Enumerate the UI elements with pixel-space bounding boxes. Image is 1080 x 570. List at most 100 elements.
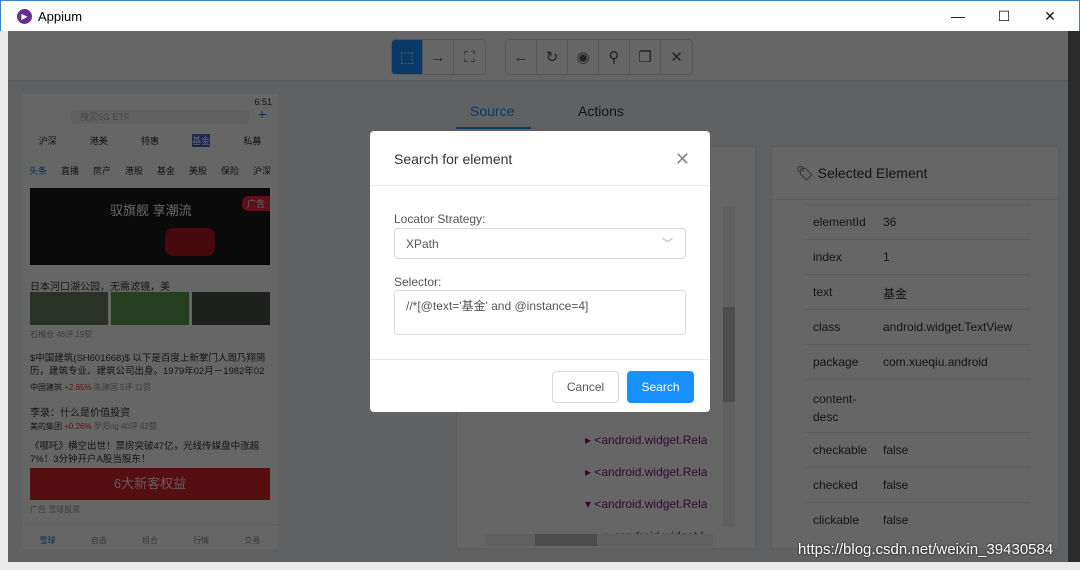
close-window-button[interactable]: ✕ — [1027, 5, 1073, 27]
attribute-name: content-desc — [813, 392, 857, 424]
attribute-name: clickable — [813, 513, 860, 527]
appium-logo-icon: ▶ — [17, 9, 32, 24]
attribute-value: false — [883, 443, 909, 457]
copy-icon[interactable]: ❐ — [630, 40, 661, 74]
bottom-nav-item[interactable]: 组合 — [142, 535, 158, 546]
minimize-button[interactable]: — — [935, 5, 981, 27]
stock-tag[interactable]: 美的集团 — [30, 422, 62, 431]
attribute-row: index 1 — [805, 239, 1030, 274]
modal-title: Search for element — [370, 131, 710, 186]
attribute-value: false — [883, 513, 909, 527]
mode-group: ⬚ → ⛶ — [391, 39, 486, 75]
watermark: https://blog.csdn.net/weixin_39430584 — [798, 541, 1054, 558]
select-elements-icon[interactable]: ⬚ — [392, 40, 423, 74]
selector-label: Selector: — [394, 275, 442, 289]
horizontal-scrollbar[interactable] — [485, 534, 713, 546]
attribute-value: 1 — [883, 250, 890, 264]
shortcut[interactable]: 沪深 — [39, 134, 57, 147]
quit-icon[interactable]: ✕ — [661, 40, 692, 74]
news-tab[interactable]: 沪深 — [253, 164, 271, 177]
attribute-name: checked — [813, 478, 858, 492]
news-tab[interactable]: 美股 — [189, 164, 207, 177]
bottom-nav-item[interactable]: 雪球 — [40, 535, 56, 546]
attribute-name: text — [813, 285, 833, 299]
feed-title[interactable]: $中国建筑(SH601668)$ 以下是百度上新掌门人周乃翔简历，建筑专业、建筑… — [30, 352, 270, 378]
feed-meta: 广告 雪球股票 — [30, 505, 81, 514]
attribute-name: package — [813, 355, 859, 369]
cancel-button[interactable]: Cancel — [552, 371, 619, 403]
title-bar: ▶ Appium — ☐ ✕ — [0, 0, 1080, 31]
shortcut[interactable]: 私募 — [243, 134, 261, 147]
attribute-row: checkable false — [805, 432, 1030, 467]
attribute-value: 36 — [883, 215, 897, 229]
search-icon[interactable]: ⚲ — [599, 40, 630, 74]
inspector-tabs: Source Actions — [456, 95, 756, 129]
bottom-nav-item[interactable]: 自选 — [91, 535, 107, 546]
eye-icon[interactable]: ◉ — [568, 40, 599, 74]
attribute-name: class — [813, 320, 841, 334]
feed-title[interactable]: 日本河口湖公园，无需滤镜，美 — [30, 278, 170, 293]
maximize-button[interactable]: ☐ — [981, 5, 1027, 27]
attribute-value: 基金 — [883, 287, 908, 301]
tree-node[interactable]: ▸ <android.widget.Rela — [585, 433, 707, 447]
feed-images — [30, 292, 270, 325]
phone-search[interactable]: 搜贝5G ETF — [70, 110, 250, 124]
close-icon[interactable]: ✕ — [675, 149, 690, 170]
feed-meta: 陈建国 5评 11赞 — [93, 383, 152, 392]
selected-element-panel: 🏷︎ Selected Element elementId 36 index 1 tex… — [771, 146, 1059, 549]
vertical-scrollbar[interactable] — [723, 207, 735, 527]
action-group: ← ↻ ◉ ⚲ ❐ ✕ — [505, 39, 693, 75]
feed-meta: 石榴仓 46评 19赞 — [30, 330, 93, 339]
attribute-name: index — [813, 250, 842, 264]
shortcut[interactable]: 特惠 — [141, 134, 159, 147]
refresh-icon[interactable]: ↻ — [537, 40, 568, 74]
attribute-row: content-desc — [805, 379, 1030, 432]
news-tab[interactable]: 直播 — [61, 164, 79, 177]
locator-strategy-select[interactable]: XPath ﹀ — [394, 228, 686, 259]
attribute-name: checkable — [813, 443, 868, 457]
attribute-row: class android.widget.TextView — [805, 309, 1030, 344]
back-icon[interactable]: ← — [506, 40, 537, 74]
shortcut[interactable]: 基金 — [192, 134, 211, 147]
news-tab[interactable]: 房产 — [93, 164, 111, 177]
promo-banner[interactable]: 6大新客权益 — [30, 468, 270, 500]
ad-banner[interactable]: 驭旗舰 享潮流 广告 — [30, 188, 270, 265]
feed-title[interactable]: 《哪吒》横空出世！票房突破47亿，光线传媒盘中涨超7%！3分钟开户A股当股东！ — [30, 440, 270, 466]
plus-icon[interactable]: + — [258, 106, 266, 122]
tab-source[interactable]: Source — [470, 103, 514, 119]
search-button[interactable]: Search — [627, 371, 694, 403]
swipe-icon[interactable]: → — [423, 40, 454, 74]
feed-title[interactable]: 李录：什么是价值投资 — [30, 404, 130, 419]
selector-input[interactable]: //*[@text='基金' and @instance=4] — [394, 290, 686, 335]
news-tab[interactable]: 港股 — [125, 164, 143, 177]
background-window — [1068, 31, 1080, 562]
device-screenshot[interactable]: 6:51 搜贝5G ETF + 沪深 港美 特惠 基金 私募 头条 直播 房产 港股 基金 美股保… — [22, 94, 278, 549]
tap-coordinates-icon[interactable]: ⛶ — [454, 40, 485, 74]
attribute-row: checked false — [805, 467, 1030, 502]
attribute-row: text 基金 — [805, 274, 1030, 309]
news-tab[interactable]: 保险 — [221, 164, 239, 177]
chevron-down-icon: ﹀ — [662, 238, 673, 250]
attribute-row: clickable false — [805, 502, 1030, 537]
bottom-nav-item[interactable]: 行情 — [193, 535, 209, 546]
strategy-value: XPath — [406, 237, 439, 251]
attribute-value: com.xueqiu.android — [883, 355, 988, 369]
tab-actions[interactable]: Actions — [578, 103, 624, 119]
attribute-value: false — [883, 478, 909, 492]
tree-node[interactable]: ▸ <android.widget.Rela — [585, 465, 707, 479]
attribute-name: elementId — [813, 215, 866, 229]
attribute-value: android.widget.TextView — [883, 320, 1013, 334]
feed-meta: 罗阳ng 40评 62赞 — [93, 422, 157, 431]
stock-change: +2.65% — [64, 383, 92, 392]
news-tab[interactable]: 基金 — [157, 164, 175, 177]
attribute-row: package com.xueqiu.android — [805, 344, 1030, 379]
ad-badge: 广告 — [241, 196, 270, 211]
stock-tag[interactable]: 中国建筑 — [30, 383, 62, 392]
bottom-nav-item[interactable]: 交易 — [244, 535, 260, 546]
toolbar: ⬚ → ⛶ ← ↻ ◉ ⚲ ❐ ✕ — [8, 31, 1068, 81]
shortcut[interactable]: 港美 — [90, 134, 108, 147]
tag-icon: 🏷︎ — [796, 165, 814, 181]
window-title: Appium — [38, 9, 83, 24]
tree-node[interactable]: ▾ <android.widget.Rela — [585, 497, 707, 511]
news-tab[interactable]: 头条 — [29, 164, 47, 177]
